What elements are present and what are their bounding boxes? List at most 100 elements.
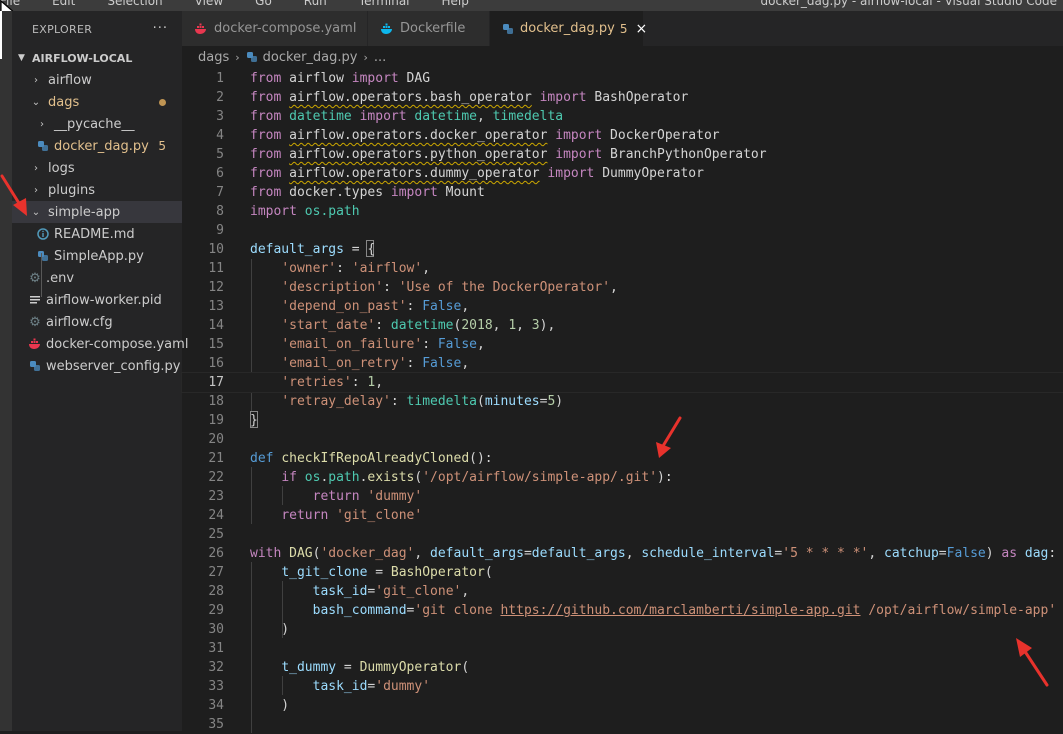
code-token: 'git_clone' xyxy=(375,584,462,599)
info-icon xyxy=(36,228,50,240)
code-line[interactable]: 6 from airflow.operators.dummy_operator i… xyxy=(182,164,1063,183)
code-line[interactable]: 11 'owner': 'airflow', xyxy=(182,259,1063,278)
tab-docker-compose[interactable]: docker-compose.yaml xyxy=(182,11,368,46)
tab-docker-dag[interactable]: docker_dag.py 5 × xyxy=(490,11,647,46)
code-line[interactable]: 5 from airflow.operators.python_operator … xyxy=(182,145,1063,164)
code-token: DummyOperator xyxy=(359,660,462,675)
menu-help[interactable]: Help xyxy=(442,0,469,8)
tree-item-label: dags xyxy=(48,94,80,110)
code-token: DockerOperator xyxy=(602,128,720,143)
code-text: 'owner': 'airflow', xyxy=(250,259,430,278)
tree-file-worker-pid[interactable]: airflow-worker.pid xyxy=(12,289,182,311)
tree-folder-airflow[interactable]: › airflow xyxy=(12,69,182,91)
breadcrumb-file[interactable]: docker_dag.py xyxy=(263,50,358,65)
tree-file-docker-compose[interactable]: docker-compose.yaml xyxy=(12,333,188,355)
code-line[interactable]: 20 xyxy=(182,430,1063,449)
code-line[interactable]: 34 ) xyxy=(182,696,1063,715)
code-line[interactable]: 28 task_id='git_clone', xyxy=(182,582,1063,601)
breadcrumb-folder[interactable]: dags xyxy=(198,50,229,65)
tree-file-docker-dag[interactable]: docker_dag.py 5 xyxy=(12,135,182,157)
workspace-folder[interactable]: ▼ AIRFLOW-LOCAL xyxy=(12,47,182,69)
code-line[interactable]: 16 'email_on_retry': False, xyxy=(182,354,1063,373)
line-number: 24 xyxy=(208,508,224,523)
code-line[interactable]: 13 'depend_on_past': False, xyxy=(182,297,1063,316)
code-token: = xyxy=(938,546,947,561)
tree-folder-logs[interactable]: › logs xyxy=(12,157,182,179)
code-token: DAG xyxy=(398,71,431,86)
code-editor[interactable]: 1 from airflow import DAG 2 from airflow.op… xyxy=(181,68,1063,734)
line-number: 14 xyxy=(208,318,224,333)
line-number: 25 xyxy=(208,527,224,542)
tree-file-env[interactable]: ⚙ .env xyxy=(12,267,182,289)
tree-folder-dags[interactable]: ⌄ dags xyxy=(12,91,182,113)
code-line[interactable]: 17 'retries': 1, xyxy=(181,372,1063,393)
code-line[interactable]: 15 'email_on_failure': False, xyxy=(182,335,1063,354)
code-line[interactable]: 29 bash_command='git clone https://githu… xyxy=(182,601,1063,620)
code-token: (): xyxy=(469,451,493,466)
code-line[interactable]: 10 default_args = { xyxy=(182,240,1063,259)
code-line[interactable]: 9 xyxy=(182,221,1063,240)
code-line[interactable]: 33 task_id='dummy' xyxy=(182,677,1063,696)
docker-icon xyxy=(194,23,208,35)
code-line[interactable]: 14 'start_date': datetime(2018, 1, 3), xyxy=(182,316,1063,335)
tab-label: docker_dag.py xyxy=(520,21,615,36)
code-token: : xyxy=(422,337,438,352)
menu-go[interactable]: Go xyxy=(255,0,272,8)
code-line[interactable]: 4 from airflow.operators.docker_operator … xyxy=(182,126,1063,145)
tree-file-webserver-config[interactable]: webserver_config.py xyxy=(12,355,182,377)
code-token: = xyxy=(336,660,360,675)
tab-label: Dockerfile xyxy=(400,21,466,36)
code-line[interactable]: 3 from datetime import datetime, timedelt… xyxy=(182,107,1063,126)
code-line[interactable]: 7 from docker.types import Mount xyxy=(182,183,1063,202)
code-line[interactable]: 8 import os.path xyxy=(182,202,1063,221)
code-line[interactable]: 22 if os.path.exists('/opt/airflow/simpl… xyxy=(182,468,1063,487)
menu-terminal[interactable]: Terminal xyxy=(359,0,410,8)
code-line[interactable]: 35 xyxy=(182,715,1063,734)
chevron-right-icon: › xyxy=(34,74,38,86)
tree-file-simpleapp[interactable]: SimpleApp.py xyxy=(12,245,182,267)
tree-item-label: webserver_config.py xyxy=(46,358,181,374)
more-actions-icon[interactable]: ··· xyxy=(153,21,168,36)
code-token: , xyxy=(375,375,384,390)
menu-run[interactable]: Run xyxy=(304,0,327,8)
tree-item-label: airflow.cfg xyxy=(46,314,113,330)
code-line[interactable]: 23 return 'dummy' xyxy=(182,487,1063,506)
code-line[interactable]: 27 t_git_clone = BashOperator( xyxy=(182,563,1063,582)
code-line[interactable]: 26 with DAG('docker_dag', default_args=de… xyxy=(182,544,1063,563)
breadcrumb-symbol[interactable]: ... xyxy=(374,50,386,65)
code-line[interactable]: 2 from airflow.operators.bash_operator im… xyxy=(182,88,1063,107)
code-line[interactable]: 18 'retray_delay': timedelta(minutes=5) xyxy=(182,392,1063,411)
menu-edit[interactable]: Edit xyxy=(52,0,75,8)
code-token: , xyxy=(461,299,470,314)
code-line[interactable]: 25 xyxy=(182,525,1063,544)
code-token: , xyxy=(625,546,642,561)
code-line[interactable]: 30 ) xyxy=(182,620,1063,639)
menu-view[interactable]: View xyxy=(195,0,223,8)
docker-icon xyxy=(380,23,394,35)
code-line[interactable]: 31 xyxy=(182,639,1063,658)
tree-folder-simple-app[interactable]: ⌄ simple-app xyxy=(12,201,182,223)
workspace-folder-label: AIRFLOW-LOCAL xyxy=(32,51,133,65)
menu-selection[interactable]: Selection xyxy=(107,0,162,8)
code-token: : xyxy=(383,280,399,295)
code-line[interactable]: 32 t_dummy = DummyOperator( xyxy=(182,658,1063,677)
code-line[interactable]: 1 from airflow import DAG xyxy=(182,69,1063,88)
tree-folder-pycache[interactable]: › __pycache__ xyxy=(12,113,182,135)
code-line[interactable]: 12 'description': 'Use of the DockerOper… xyxy=(182,278,1063,297)
code-token: , xyxy=(477,337,485,352)
tree-file-readme[interactable]: README.md xyxy=(12,223,182,245)
tree-file-airflow-cfg[interactable]: ⚙ airflow.cfg xyxy=(12,311,182,333)
tree-folder-plugins[interactable]: › plugins xyxy=(12,179,182,201)
tab-dockerfile[interactable]: Dockerfile xyxy=(368,11,490,46)
code-line[interactable]: 19} xyxy=(182,411,1063,430)
close-icon[interactable]: × xyxy=(635,21,647,37)
breadcrumb: dags › docker_dag.py › ... xyxy=(182,46,1063,68)
code-line[interactable]: 21 def checkIfRepoAlreadyCloned(): xyxy=(182,449,1063,468)
code-line[interactable]: 24 return 'git_clone' xyxy=(182,506,1063,525)
code-token: 3 xyxy=(531,318,540,333)
code-text: task_id='git_clone', xyxy=(250,582,470,601)
code-token: dag xyxy=(1024,546,1049,561)
